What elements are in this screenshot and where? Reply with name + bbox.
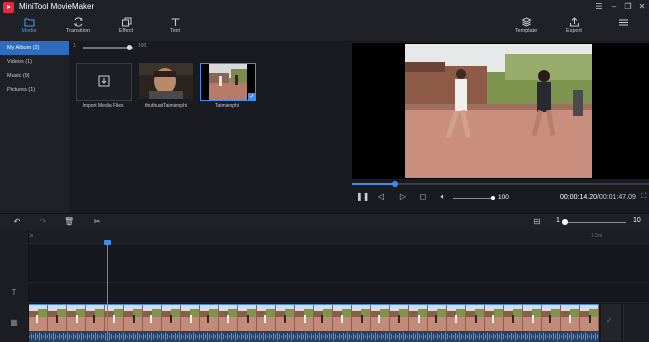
import-icon: [98, 75, 110, 87]
media-thumb-thuthuat[interactable]: [139, 63, 193, 99]
folder-icon: [24, 18, 34, 27]
tab-media-label: Media: [21, 28, 37, 34]
thumb-zoom-handle[interactable]: [127, 45, 132, 50]
menu-icon[interactable]: ☰: [594, 2, 604, 12]
text-icon: [171, 18, 179, 26]
empty-track-area[interactable]: [623, 304, 649, 341]
time-readout: 00:00:14.20/00:01:47.09: [560, 194, 636, 201]
playback-progress-bar[interactable]: [352, 181, 649, 187]
track-header-column: T ▦: [0, 230, 29, 341]
tab-effect-label: Effect: [119, 28, 133, 34]
template-button[interactable]: Template: [502, 15, 550, 41]
media-label-thuthuat: thuthuatTaimienphi: [145, 103, 187, 109]
volume-value: 100: [498, 194, 509, 201]
timeline-zoom-min: 1: [556, 217, 560, 224]
library-sidebar: My Album (2) Videos (1) Music (9) Pictur…: [0, 41, 69, 213]
playback-progress-handle[interactable]: [392, 181, 399, 187]
sidebar-item-my-album[interactable]: My Album (2): [0, 41, 69, 55]
app-title: MiniTool MovieMaker: [19, 2, 95, 11]
checked-icon: ✓: [248, 93, 256, 101]
thumb-zoom-max: 100: [138, 43, 147, 49]
video-track-icon: ▦: [10, 318, 18, 327]
fullscreen-button[interactable]: ⛶: [639, 192, 649, 202]
timeline-zoom-handle[interactable]: [562, 219, 568, 225]
redo-icon[interactable]: ↷: [38, 217, 48, 227]
media-library: 1 100 Import Media Files thuthuatTaimien…: [70, 41, 349, 213]
hamburger-menu-button[interactable]: [599, 15, 647, 41]
transition-icon: [73, 17, 83, 27]
minimize-button[interactable]: –: [609, 2, 619, 12]
volume-handle[interactable]: [491, 196, 495, 200]
close-button[interactable]: ✕: [637, 2, 647, 12]
playback-progress-fill: [352, 183, 396, 185]
volume-icon[interactable]: 🔈︎: [438, 192, 448, 202]
main-toolbar: Media Transition Effect Text Template Ex…: [0, 15, 649, 42]
tab-transition-label: Transition: [66, 28, 90, 34]
thumb-zoom-slider[interactable]: [83, 47, 133, 49]
video-thumbnail: [201, 64, 255, 100]
effect-icon: [121, 17, 131, 27]
timeline-zoom-max: 10: [633, 217, 641, 224]
play-button[interactable]: ▷: [398, 192, 408, 202]
import-media-label: Import Media Files: [82, 103, 124, 109]
volume-slider[interactable]: [453, 198, 493, 199]
timeline-ruler[interactable]: 0s 1.5m: [28, 230, 649, 243]
tab-transition[interactable]: Transition: [54, 15, 102, 41]
transition-slot[interactable]: ✓: [601, 304, 621, 341]
media-thumb-taimienphi[interactable]: ✓: [200, 63, 256, 101]
current-time: 00:00:14.20: [560, 194, 597, 201]
track-divider: [28, 302, 649, 303]
template-label: Template: [514, 28, 538, 34]
undo-icon[interactable]: ↶: [12, 217, 22, 227]
sidebar-item-videos[interactable]: Videos (1): [0, 55, 69, 69]
total-time: /00:01:47.09: [596, 194, 636, 201]
fit-timeline-icon[interactable]: ⊟: [532, 217, 542, 227]
app-logo-icon: [3, 2, 14, 13]
timeline-panel: 0s 1.5m T ▦ ✓: [0, 230, 649, 342]
sidebar-item-music[interactable]: Music (9): [0, 69, 69, 83]
thumb-zoom-min: 1: [73, 43, 76, 49]
transition-slot-icon: ✓: [606, 316, 613, 325]
previous-frame-button[interactable]: ◁: [376, 192, 386, 202]
tab-effect[interactable]: Effect: [102, 15, 150, 41]
timeline-toolbar: ↶ ↷ 🗑︎ ✂︎ ⊟ 1 10: [0, 213, 649, 230]
title-bar: MiniTool MovieMaker ☰ – ❐ ✕: [0, 0, 649, 15]
export-button[interactable]: Export: [550, 15, 598, 41]
export-icon: [569, 17, 579, 27]
maximize-button[interactable]: ❐: [623, 2, 633, 12]
import-media-tile[interactable]: [76, 63, 132, 101]
preview-panel: ❚❚ ◁ ▷ ◻ 🔈︎ 100 00:00:14.20/00:01:47.09 …: [352, 41, 649, 213]
tab-text[interactable]: Text: [151, 15, 199, 41]
export-label: Export: [566, 28, 582, 34]
video-preview: [352, 43, 649, 179]
portrait-thumbnail: [139, 63, 193, 99]
timeline-zoom-slider[interactable]: [566, 222, 626, 223]
video-clip[interactable]: [29, 304, 599, 342]
playhead-handle[interactable]: [104, 240, 111, 245]
delete-icon[interactable]: 🗑︎: [64, 217, 74, 227]
track-divider: [28, 243, 649, 244]
sidebar-item-pictures[interactable]: Pictures (1): [0, 83, 69, 97]
stop-button[interactable]: ◻: [418, 192, 428, 202]
split-icon[interactable]: ✂︎: [92, 217, 102, 227]
pause-button[interactable]: ❚❚: [356, 192, 369, 202]
playhead[interactable]: [107, 241, 108, 341]
preview-frame-image: [405, 44, 592, 178]
ruler-mark-label: 1.5m: [591, 233, 603, 239]
text-track-icon: T: [11, 288, 17, 297]
media-label-taimienphi: Taimienphi: [215, 103, 239, 109]
tab-media[interactable]: Media: [5, 15, 53, 41]
template-icon: [520, 17, 532, 27]
clip-filmstrip: [29, 305, 599, 342]
track-divider: [28, 282, 649, 283]
hamburger-icon: [618, 19, 628, 26]
tab-text-label: Text: [169, 28, 181, 34]
